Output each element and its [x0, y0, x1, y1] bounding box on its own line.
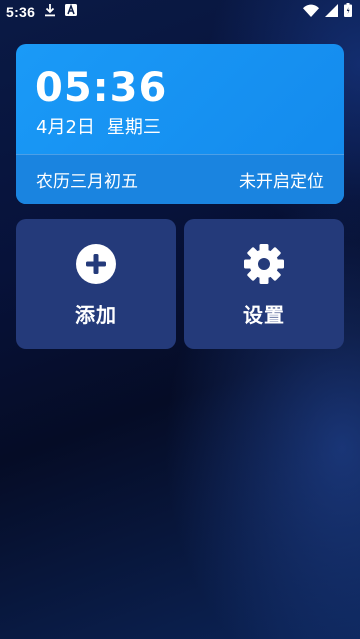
settings-button[interactable]: 设置 — [184, 219, 344, 349]
location-status[interactable]: 未开启定位 — [239, 167, 324, 192]
settings-label: 设置 — [243, 303, 285, 327]
signal-icon — [325, 3, 338, 21]
clock-card-footer: 农历三月初五 未开启定位 — [16, 154, 344, 204]
plus-circle-icon — [75, 243, 117, 285]
clock-time: 05:36 — [35, 65, 168, 111]
lunar-date: 农历三月初五 — [36, 172, 138, 192]
clock-card[interactable]: 05:36 4月2日 星期三 农历三月初五 未开启定位 — [16, 44, 344, 204]
battery-icon — [344, 3, 352, 21]
add-button[interactable]: 添加 — [16, 219, 176, 349]
clock-weekday: 星期三 — [106, 117, 161, 138]
download-icon — [43, 3, 57, 21]
a-badge-icon — [65, 3, 78, 20]
add-label: 添加 — [75, 303, 117, 327]
wifi-icon — [303, 4, 319, 21]
clock-date-line: 4月2日 星期三 — [36, 117, 161, 139]
status-time: 5:36 — [6, 4, 36, 20]
clock-date: 4月2日 — [36, 117, 95, 138]
gear-icon — [243, 243, 285, 285]
status-bar: 5:36 — [0, 0, 360, 24]
